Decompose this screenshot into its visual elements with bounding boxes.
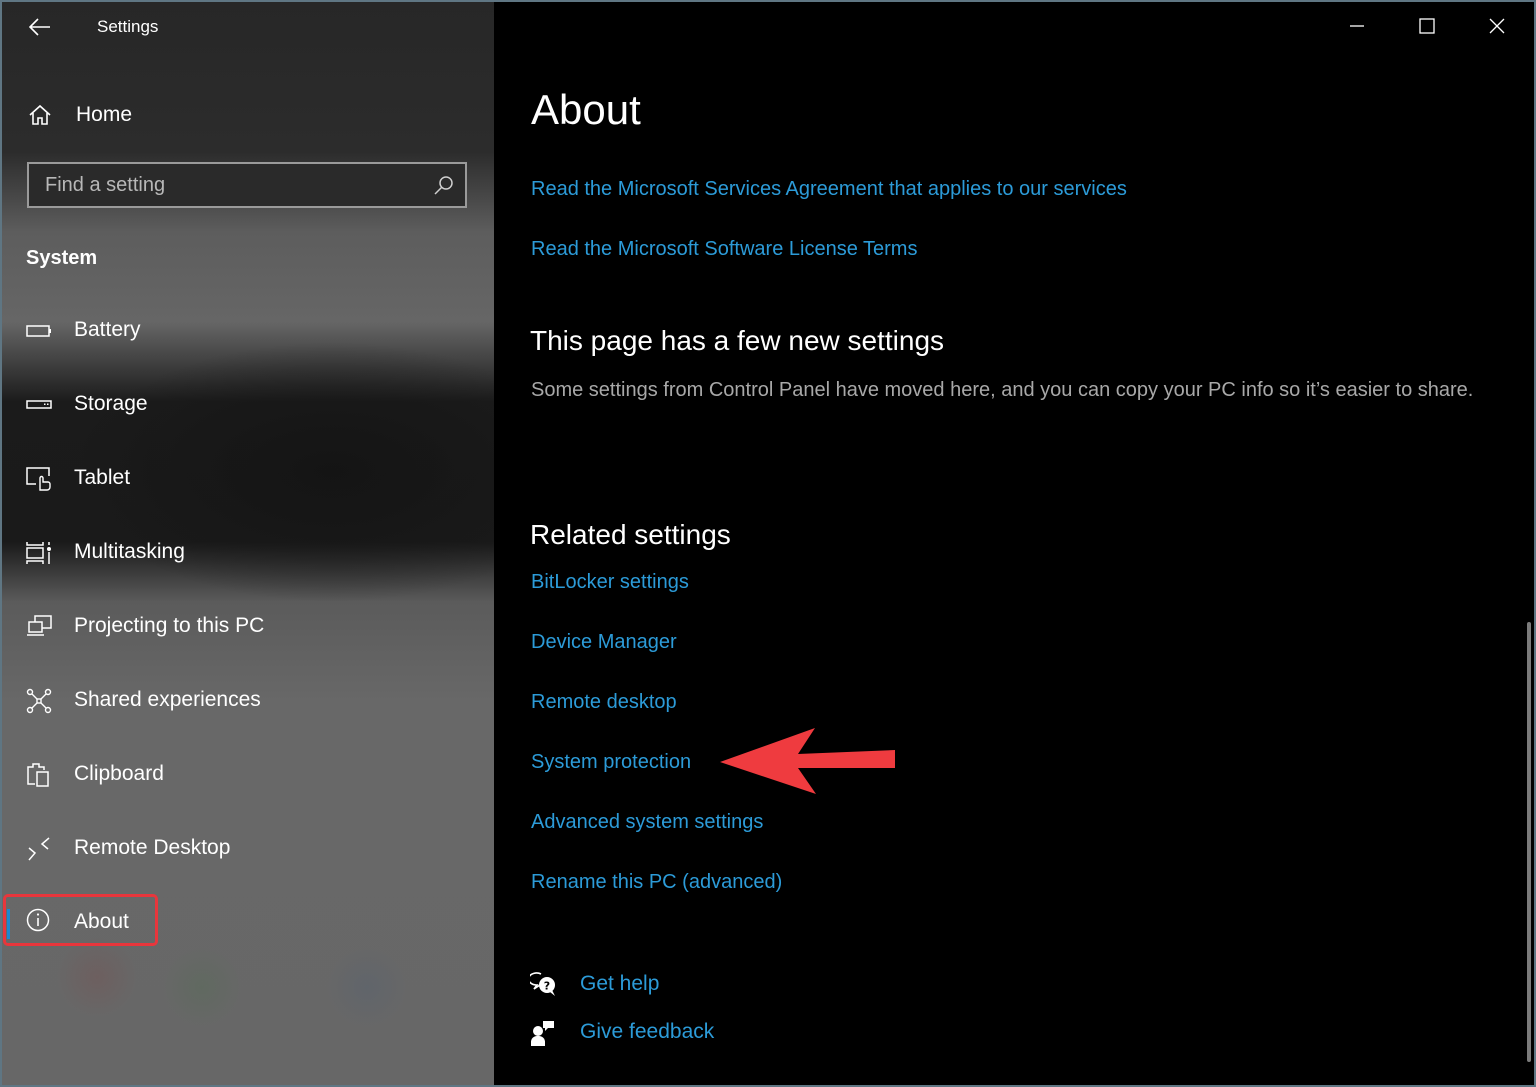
settings-window: Settings Home System Battery xyxy=(2,2,1534,1085)
license-terms-link[interactable]: Read the Microsoft Software License Term… xyxy=(531,238,917,261)
sidebar-item-label: Shared experiences xyxy=(74,688,261,711)
bitlocker-settings-link[interactable]: BitLocker settings xyxy=(531,571,689,594)
main-content: About Read the Microsoft Services Agreem… xyxy=(494,2,1534,1085)
close-button[interactable] xyxy=(1462,2,1532,50)
sidebar-item-label: Projecting to this PC xyxy=(74,614,265,637)
get-help-label: Get help xyxy=(580,972,660,995)
svg-text:?: ? xyxy=(544,980,550,993)
info-icon xyxy=(26,908,50,932)
app-title: Settings xyxy=(97,17,159,36)
sidebar-item-multitasking[interactable]: Multitasking xyxy=(2,525,494,581)
sidebar-item-shared-experiences[interactable]: Shared experiences xyxy=(2,673,494,729)
maximize-icon xyxy=(1419,18,1435,34)
sidebar-item-label: Clipboard xyxy=(74,762,164,785)
storage-icon xyxy=(26,400,52,409)
search-input[interactable] xyxy=(29,164,429,206)
back-arrow-icon xyxy=(29,18,50,36)
related-settings-heading: Related settings xyxy=(530,519,731,550)
give-feedback-icon xyxy=(531,1021,554,1046)
sidebar-item-label: Multitasking xyxy=(74,540,185,563)
tablet-icon xyxy=(26,467,51,491)
multitasking-icon xyxy=(26,542,51,564)
remote-desktop-link[interactable]: Remote desktop xyxy=(531,691,677,714)
sidebar-item-home[interactable]: Home xyxy=(2,94,494,136)
maximize-button[interactable] xyxy=(1392,2,1462,50)
sidebar-item-remote-desktop[interactable]: Remote Desktop xyxy=(2,821,494,877)
back-button[interactable] xyxy=(24,14,56,40)
sidebar-item-clipboard[interactable]: Clipboard xyxy=(2,747,494,803)
sidebar-item-battery[interactable]: Battery xyxy=(2,303,494,359)
sidebar-item-label: Remote Desktop xyxy=(74,836,231,859)
get-help-icon: ? xyxy=(530,972,555,996)
title-bar: Settings xyxy=(2,2,494,52)
search-icon[interactable] xyxy=(433,174,455,196)
rename-pc-link[interactable]: Rename this PC (advanced) xyxy=(531,871,782,894)
sidebar-item-about[interactable]: About xyxy=(2,895,494,951)
remote-desktop-icon xyxy=(28,837,50,861)
page-title: About xyxy=(531,86,641,133)
clipboard-icon xyxy=(27,763,49,787)
new-settings-description: Some settings from Control Panel have mo… xyxy=(531,379,1474,401)
battery-icon xyxy=(26,325,51,337)
sidebar-item-label: Storage xyxy=(74,392,148,415)
sidebar-item-projecting[interactable]: Projecting to this PC xyxy=(2,599,494,655)
home-icon xyxy=(29,104,51,125)
sidebar-item-label: About xyxy=(74,910,129,933)
device-manager-link[interactable]: Device Manager xyxy=(531,631,677,654)
section-title: System xyxy=(26,247,98,269)
search-box xyxy=(27,162,467,208)
minimize-icon xyxy=(1350,25,1364,27)
close-icon xyxy=(1489,18,1505,34)
sidebar: Settings Home System Battery xyxy=(2,2,494,1085)
sidebar-item-label: Battery xyxy=(74,318,141,341)
minimize-button[interactable] xyxy=(1322,2,1392,50)
selected-indicator xyxy=(7,909,10,939)
new-settings-heading: This page has a few new settings xyxy=(530,325,945,356)
advanced-system-settings-link[interactable]: Advanced system settings xyxy=(531,811,763,834)
sidebar-item-label: Tablet xyxy=(74,466,131,489)
give-feedback-label: Give feedback xyxy=(580,1020,715,1043)
sidebar-item-tablet[interactable]: Tablet xyxy=(2,451,494,507)
projecting-icon xyxy=(27,615,52,636)
scrollbar-thumb[interactable] xyxy=(1527,622,1531,1062)
system-protection-link[interactable]: System protection xyxy=(531,751,691,774)
sidebar-item-storage[interactable]: Storage xyxy=(2,377,494,433)
services-agreement-link[interactable]: Read the Microsoft Services Agreement th… xyxy=(531,178,1127,201)
home-label: Home xyxy=(76,103,133,126)
shared-experiences-icon xyxy=(26,688,52,714)
